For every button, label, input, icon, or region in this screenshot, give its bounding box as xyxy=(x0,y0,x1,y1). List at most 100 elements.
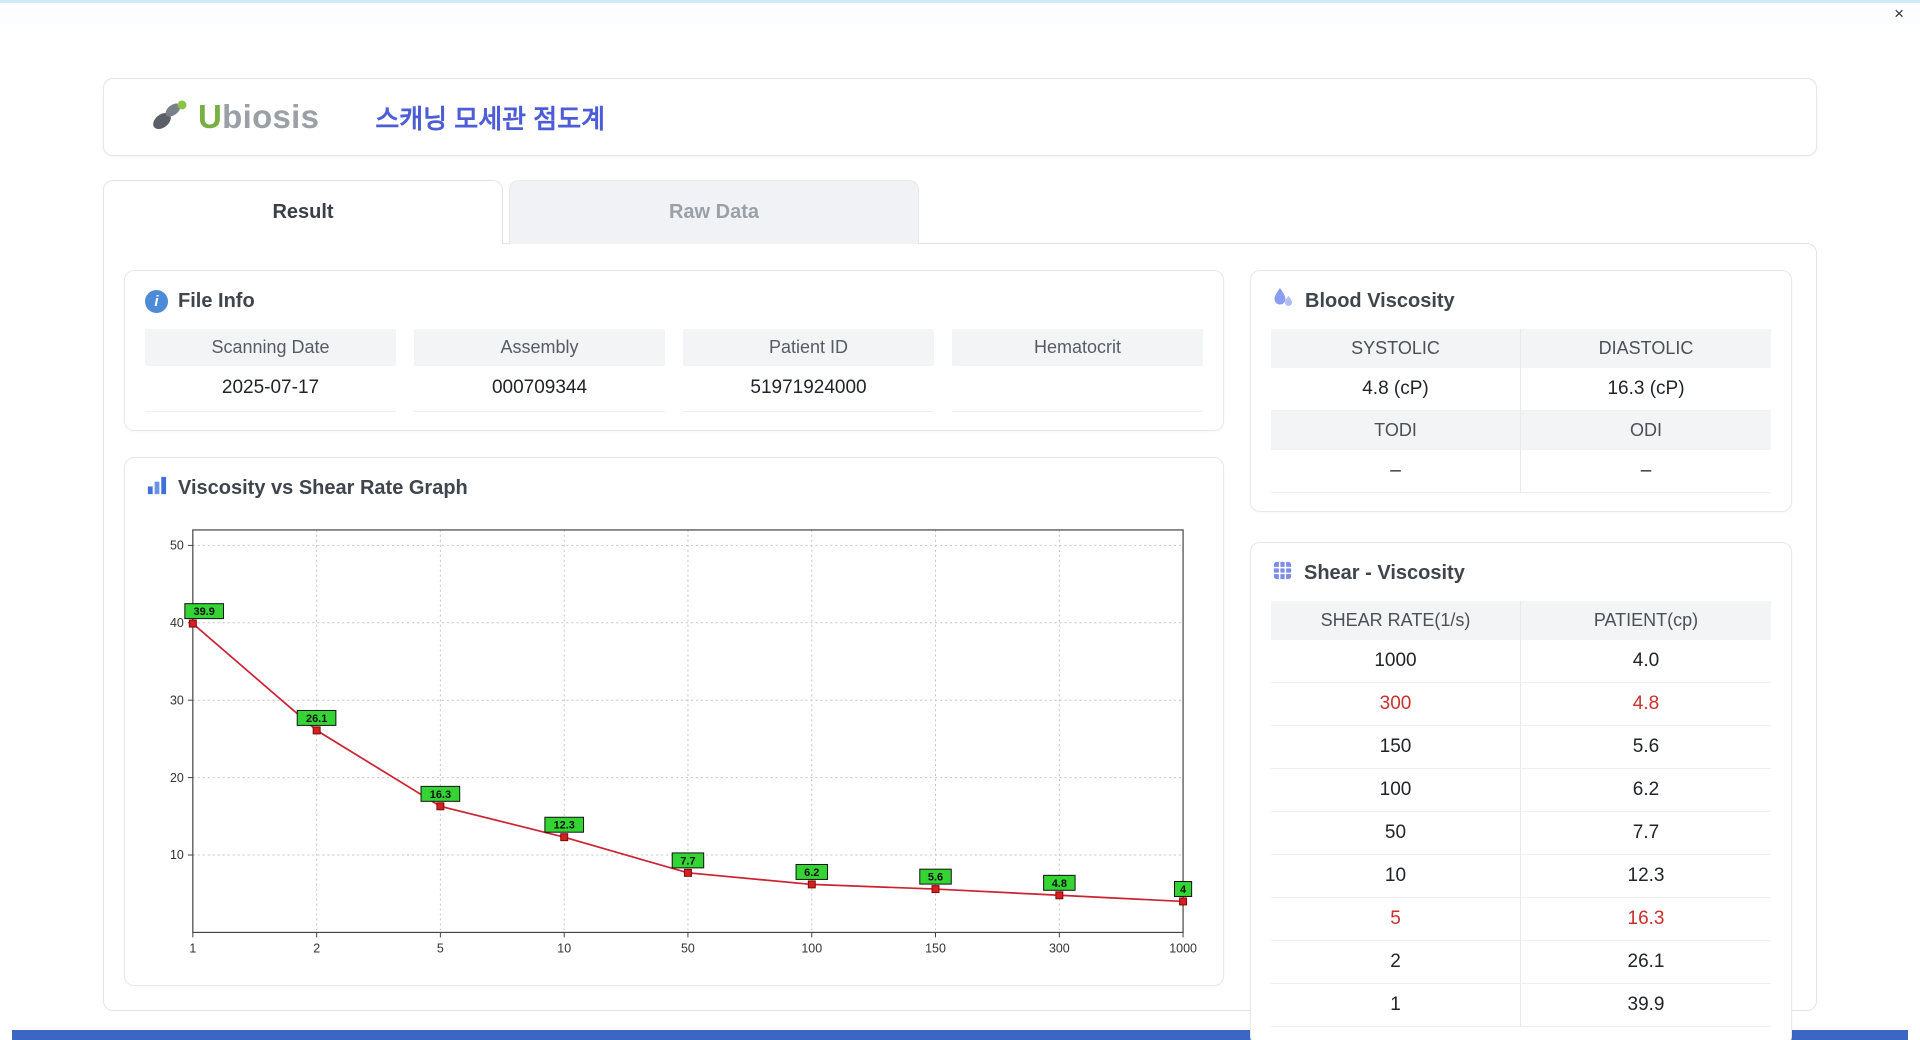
svg-text:20: 20 xyxy=(170,771,184,785)
blood-viscosity-title: Blood Viscosity xyxy=(1305,289,1455,312)
info-icon: i xyxy=(145,289,168,313)
logo-text: Ubiosis xyxy=(198,98,319,136)
patient-viscosity-cell: 16.3 xyxy=(1521,898,1771,941)
bv-header-cell: SYSTOLIC xyxy=(1271,329,1521,368)
window-titlebar: × xyxy=(0,0,1920,24)
shear-rate-cell: 50 xyxy=(1271,812,1521,855)
result-content: i File Info Scanning Date 2025-07-17 Assem… xyxy=(103,243,1817,1040)
bv-value-cell: – xyxy=(1271,450,1521,493)
shear-viscosity-title: Shear - Viscosity xyxy=(1304,561,1465,584)
main-page: Ubiosis 스캐닝 모세관 점도계 Result Raw Data i Fi… xyxy=(0,24,1920,1040)
bv-header-cell: DIASTOLIC xyxy=(1521,329,1771,368)
patient-viscosity-cell: 6.2 xyxy=(1521,769,1771,812)
field-value: 51971924000 xyxy=(683,366,934,412)
right-column: Blood Viscosity SYSTOLIC DIASTOLIC 4.8 (cP… xyxy=(1250,270,1792,1040)
tab-result[interactable]: Result xyxy=(103,180,503,244)
table-icon xyxy=(1271,559,1294,588)
svg-text:1000: 1000 xyxy=(1169,941,1197,955)
shear-col-header: SHEAR RATE(1/s) xyxy=(1271,601,1521,640)
shear-col-header: PATIENT(cp) xyxy=(1521,601,1771,640)
viscosity-chart-svg: 10 20 30 40 50 1 2 5 10 50 100 150 300 1000 39.9 26.1 16… xyxy=(170,529,1197,955)
bv-header-cell: ODI xyxy=(1521,411,1771,450)
svg-text:5: 5 xyxy=(437,941,444,955)
field-value: 2025-07-17 xyxy=(145,366,396,412)
blood-viscosity-grid: SYSTOLIC DIASTOLIC 4.8 (cP) 16.3 (cP) TODI OD… xyxy=(1271,329,1771,493)
svg-text:50: 50 xyxy=(170,539,184,553)
shear-rate-cell: 2 xyxy=(1271,941,1521,984)
blood-drop-icon xyxy=(1271,286,1295,316)
file-info-field: Assembly 000709344 xyxy=(414,329,665,412)
app-title: 스캐닝 모세관 점도계 xyxy=(375,103,606,134)
shear-rate-cell: 1000 xyxy=(1271,640,1521,683)
svg-text:300: 300 xyxy=(1049,941,1070,955)
svg-text:10: 10 xyxy=(557,941,571,955)
close-icon[interactable]: × xyxy=(1894,5,1904,22)
svg-text:30: 30 xyxy=(170,693,184,707)
svg-text:5.6: 5.6 xyxy=(928,872,943,884)
svg-text:39.9: 39.9 xyxy=(194,606,215,618)
file-info-field: Patient ID 51971924000 xyxy=(683,329,934,412)
file-info-fields: Scanning Date 2025-07-17 Assembly 000709344… xyxy=(145,329,1203,412)
svg-text:7.7: 7.7 xyxy=(680,855,695,867)
field-label: Hematocrit xyxy=(952,329,1203,366)
svg-text:6.2: 6.2 xyxy=(804,867,819,879)
field-label: Patient ID xyxy=(683,329,934,366)
field-label: Assembly xyxy=(414,329,665,366)
file-info-header: i File Info xyxy=(145,289,1203,313)
viscosity-chart: 10 20 30 40 50 1 2 5 10 50 100 150 300 1000 39.9 26.1 16… xyxy=(145,516,1203,966)
shear-rate-cell: 1 xyxy=(1271,984,1521,1027)
file-info-panel: i File Info Scanning Date 2025-07-17 Assem… xyxy=(124,270,1224,431)
file-info-field: Hematocrit xyxy=(952,329,1203,412)
file-info-field: Scanning Date 2025-07-17 xyxy=(145,329,396,412)
field-label: Scanning Date xyxy=(145,329,396,366)
patient-viscosity-cell: 26.1 xyxy=(1521,941,1771,984)
patient-viscosity-cell: 4.0 xyxy=(1521,640,1771,683)
svg-text:26.1: 26.1 xyxy=(306,713,327,725)
patient-viscosity-cell: 4.8 xyxy=(1521,683,1771,726)
graph-title: Viscosity vs Shear Rate Graph xyxy=(178,476,468,499)
patient-viscosity-cell: 12.3 xyxy=(1521,855,1771,898)
patient-viscosity-cell: 7.7 xyxy=(1521,812,1771,855)
svg-text:1: 1 xyxy=(189,941,196,955)
blood-viscosity-panel: Blood Viscosity SYSTOLIC DIASTOLIC 4.8 (cP… xyxy=(1250,270,1792,512)
svg-text:10: 10 xyxy=(170,848,184,862)
svg-text:100: 100 xyxy=(801,941,822,955)
shear-viscosity-table: SHEAR RATE(1/s) PATIENT(cp) 1000 4.0 300 4.8 1… xyxy=(1271,601,1771,1027)
logo-text-u: U xyxy=(198,98,223,135)
app-header: Ubiosis 스캐닝 모세관 점도계 xyxy=(103,78,1817,156)
svg-text:40: 40 xyxy=(170,616,184,630)
svg-text:50: 50 xyxy=(681,941,695,955)
shear-rate-cell: 150 xyxy=(1271,726,1521,769)
field-value: 000709344 xyxy=(414,366,665,412)
field-value xyxy=(952,366,1203,412)
file-info-title: File Info xyxy=(178,289,255,312)
patient-viscosity-cell: 39.9 xyxy=(1521,984,1771,1027)
tab-bar: Result Raw Data xyxy=(103,180,1817,244)
bv-header-cell: TODI xyxy=(1271,411,1521,450)
svg-text:2: 2 xyxy=(313,941,320,955)
shear-viscosity-header: Shear - Viscosity xyxy=(1271,561,1771,585)
graph-header: Viscosity vs Shear Rate Graph xyxy=(145,476,1203,500)
ubiosis-leaf-icon xyxy=(148,96,192,139)
shear-rate-cell: 10 xyxy=(1271,855,1521,898)
bv-value-cell: 16.3 (cP) xyxy=(1521,368,1771,411)
shear-rate-cell: 5 xyxy=(1271,898,1521,941)
ubiosis-logo: Ubiosis xyxy=(148,96,319,139)
tab-raw-data[interactable]: Raw Data xyxy=(509,180,919,244)
shear-viscosity-panel: Shear - Viscosity SHEAR RATE(1/s) PATIENT… xyxy=(1250,542,1792,1040)
svg-text:12.3: 12.3 xyxy=(554,820,575,832)
shear-rate-cell: 300 xyxy=(1271,683,1521,726)
bv-value-cell: – xyxy=(1521,450,1771,493)
bar-chart-icon xyxy=(145,474,168,503)
svg-text:150: 150 xyxy=(925,941,946,955)
blood-viscosity-header: Blood Viscosity xyxy=(1271,286,1771,316)
left-column: i File Info Scanning Date 2025-07-17 Assem… xyxy=(124,270,1224,986)
shear-rate-cell: 100 xyxy=(1271,769,1521,812)
logo-text-rest: biosis xyxy=(222,98,320,135)
graph-panel: Viscosity vs Shear Rate Graph 10 20 30 40 50… xyxy=(124,457,1224,986)
svg-text:4.8: 4.8 xyxy=(1052,878,1067,890)
bv-value-cell: 4.8 (cP) xyxy=(1271,368,1521,411)
svg-text:16.3: 16.3 xyxy=(430,789,451,801)
patient-viscosity-cell: 5.6 xyxy=(1521,726,1771,769)
svg-text:4: 4 xyxy=(1180,884,1187,896)
